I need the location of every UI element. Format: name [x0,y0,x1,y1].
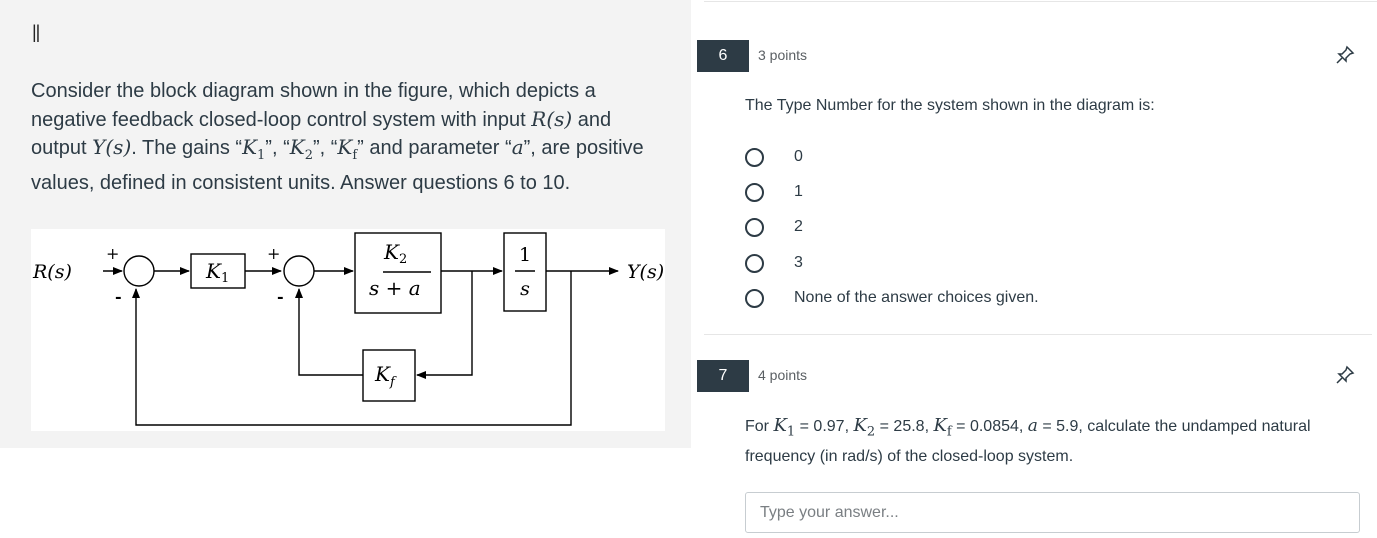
math-kf: Kf [933,415,952,440]
sum1-minus-sign: - [115,287,122,306]
sum2-plus-sign: + [267,244,280,263]
math-output: Y(s) [92,135,132,159]
question-points: 4 points [758,367,808,383]
answer-choice-none[interactable]: None of the answer choices given. [745,287,1245,317]
radio-button[interactable] [745,254,764,273]
math-k2: K2 [289,135,313,163]
pin-icon[interactable] [1334,44,1356,66]
answer-choice-0[interactable]: 0 [745,146,1245,176]
choice-label: 0 [794,148,803,165]
description-text-5: ”, “ [312,137,338,159]
diagram-output-label: Y(s) [627,261,664,283]
radio-button[interactable] [745,148,764,167]
choice-label: 3 [794,254,803,271]
sum1-plus-sign: + [106,244,119,263]
math-k2: K2 [853,415,876,440]
top-divider [704,1,1377,2]
tf-denominator-label: s + a [369,276,421,300]
question-context-text: Consider the block diagram shown in the … [31,78,671,197]
answer-input[interactable] [745,492,1360,533]
question-number-badge: 7 [697,360,749,392]
sum2-minus-sign: - [277,287,284,306]
pin-icon[interactable] [1334,364,1356,386]
math-a: a [511,135,524,159]
math-k1: K1 [242,135,266,163]
summing-junction-1 [123,255,155,287]
choice-label: 2 [794,218,803,235]
answer-choice-2[interactable]: 2 [745,216,1245,246]
block-diagram-svg: R(s) Y(s) K1 K2 s + a 1 s Kf + + - - [32,232,664,426]
radio-button[interactable] [745,289,764,308]
choice-label: None of the answer choices given. [794,289,1039,306]
diagram-input-label: R(s) [32,261,72,283]
description-text-3: . The gains “ [131,137,243,159]
radio-button[interactable] [745,218,764,237]
question-divider [704,334,1372,335]
choice-label: 1 [794,183,803,200]
question-prompt: For K1 = 0.97, K2 = 25.8, Kf = 0.0854, a… [745,415,1311,465]
math-input: R(s) [531,106,573,131]
integrator-denominator: s [520,278,530,300]
radio-button[interactable] [745,183,764,202]
question-points: 3 points [758,47,808,63]
answer-choice-3[interactable]: 3 [745,252,1245,282]
question-prompt: The Type Number for the system shown in … [745,97,1155,114]
drag-handle-icon[interactable]: || [32,22,40,43]
description-text-4: ”, “ [265,137,290,159]
math-kf: Kf [337,135,358,163]
description-text-6: ” and parameter “ [357,137,512,159]
block-diagram: R(s) Y(s) K1 K2 s + a 1 s Kf + + - - [31,229,665,431]
integrator-numerator: 1 [519,244,531,266]
question-6: 6 3 points The Type Number for the syste… [697,40,1367,330]
math-k1: K1 [773,415,796,440]
context-panel: || Consider the block diagram shown in t… [0,0,691,448]
description-text-1: Consider the block diagram shown in the … [31,80,596,131]
math-a: a [1027,416,1038,436]
summing-junction-2 [283,255,315,287]
answer-choice-1[interactable]: 1 [745,181,1245,211]
question-number-badge: 6 [697,40,749,72]
